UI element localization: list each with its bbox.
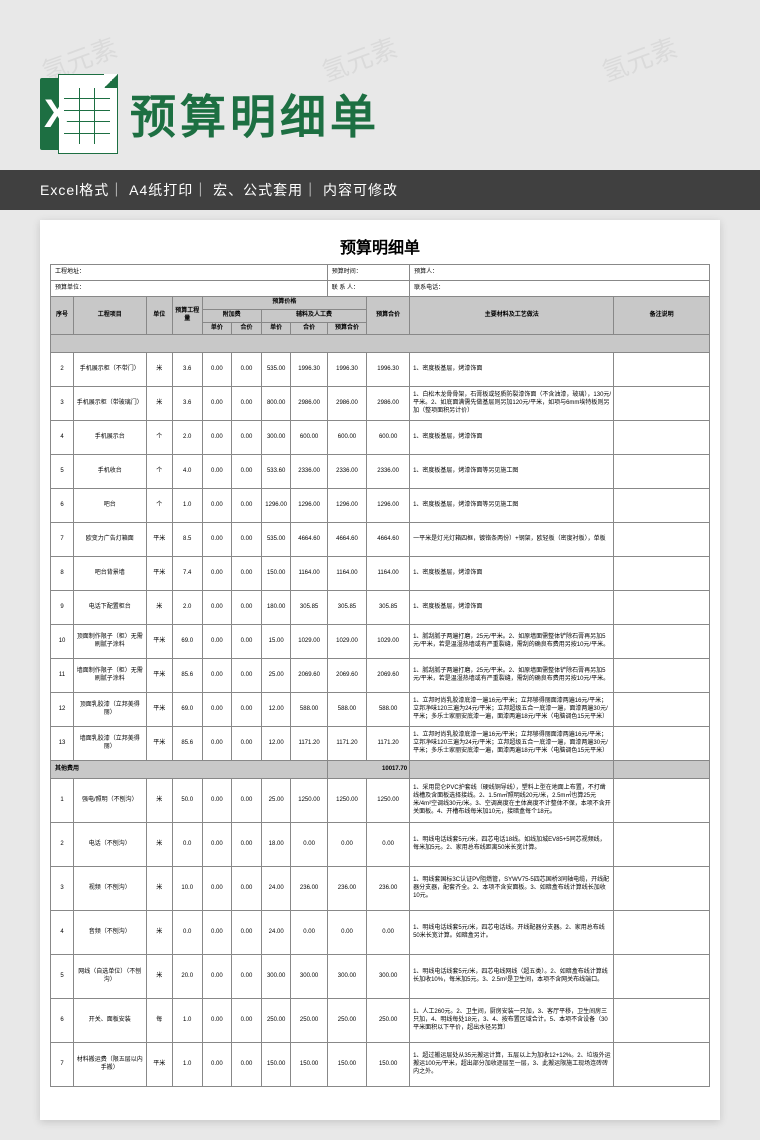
brand-header: X 预算明细单: [0, 78, 760, 150]
table-row: 4音频（不刨沟）米0.00.000.0024.000.000.000.001、明…: [51, 911, 710, 955]
budget-table: 工程地址： 预算时间： 预算人： 预算单位： 联 系 人： 联系电话： 序号 工…: [50, 264, 710, 1087]
header-row-1: 序号 工程项目 单位 预算工程量 预算价格 预算合价 主要材料及工艺做法 备注说…: [51, 297, 710, 310]
doc-title: 预算明细单: [50, 234, 710, 258]
excel-icon: X: [40, 78, 112, 150]
brand-subtitle: Excel格式｜ A4纸打印｜ 宏、公式套用｜ 内容可修改: [0, 170, 760, 210]
table-row: 8吧台背景墙平米7.40.000.00150.001164.001164.001…: [51, 557, 710, 591]
table-row: 12顶面乳胶漆（立邦美得丽）平米69.00.000.0012.00588.005…: [51, 693, 710, 727]
section-other: 其他费用 10017.70: [51, 761, 710, 779]
table-row: 2手机展示柜（不带门）米3.60.000.00535.001996.301996…: [51, 353, 710, 387]
table-row: 1强电/照明（不刨沟）米50.00.000.0025.001250.001250…: [51, 779, 710, 823]
table-row: 13墙面乳胶漆（立邦美得丽）平米85.60.000.0012.001171.20…: [51, 727, 710, 761]
brand-title: 预算明细单: [130, 81, 380, 147]
table-row: 6开关、面板安装每1.00.000.00250.00250.00250.0025…: [51, 999, 710, 1043]
table-row: 11墙面制作限子（柜）无需刷腻子涂料平米85.60.000.0025.00206…: [51, 659, 710, 693]
document-sheet: 预算明细单 工程地址： 预算时间： 预算人： 预算单位： 联 系 人： 联系电话…: [40, 220, 720, 1120]
table-row: 6吧台个1.00.000.001296.001296.001296.001296…: [51, 489, 710, 523]
table-row: 7材料搬运费（限五层以内手搬）平米1.00.000.00150.00150.00…: [51, 1043, 710, 1087]
table-row: 5网线（自选单位）（不刨沟）米20.00.000.00300.00300.003…: [51, 955, 710, 999]
table-row: 7欧变力广告灯箱面平米8.50.000.00535.004664.604664.…: [51, 523, 710, 557]
table-row: 3视频（不刨沟）米10.00.000.0024.00236.00236.0023…: [51, 867, 710, 911]
table-row: 2电话（不刨沟）米0.00.000.0018.000.000.000.001、明…: [51, 823, 710, 867]
table-row: 3手机展示柜（带玻璃门）米3.60.000.00800.002986.00298…: [51, 387, 710, 421]
info-row-2: 预算单位： 联 系 人： 联系电话：: [51, 281, 710, 297]
table-row: 5手机收台个4.00.000.00533.602336.002336.00233…: [51, 455, 710, 489]
table-row: 4手机展示台个2.00.000.00300.00600.00600.00600.…: [51, 421, 710, 455]
info-row-1: 工程地址： 预算时间： 预算人：: [51, 265, 710, 281]
table-row: 10顶面制作限子（柜）无需刷腻子涂料平米69.00.000.0015.00102…: [51, 625, 710, 659]
section-blank: [51, 335, 710, 353]
table-row: 9电话下配置柜台米2.00.000.00180.00305.85305.8530…: [51, 591, 710, 625]
